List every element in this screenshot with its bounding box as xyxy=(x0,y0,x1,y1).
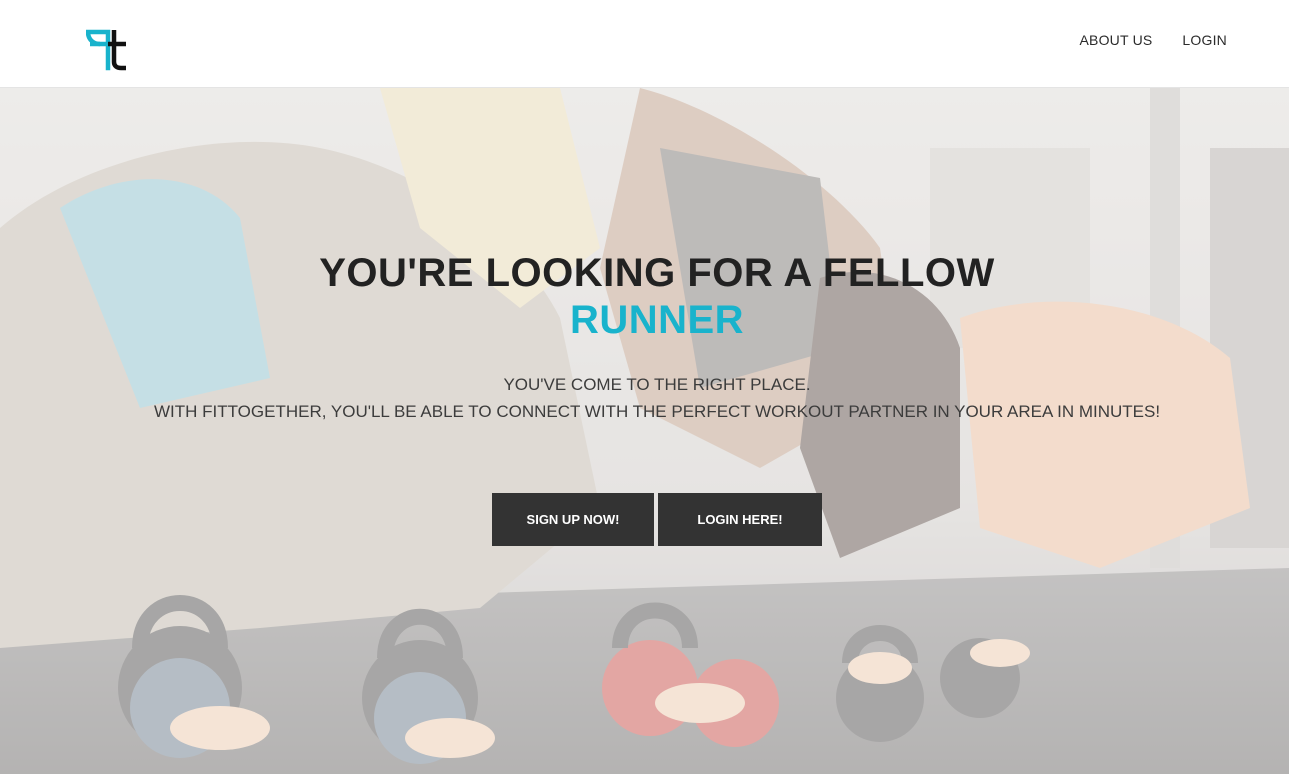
top-navbar: ABOUT US LOGIN xyxy=(0,0,1289,88)
login-here-button[interactable]: LOGIN HERE! xyxy=(658,493,822,546)
hero-cta-row: SIGN UP NOW! LOGIN HERE! xyxy=(492,493,822,546)
nav-about-us-link[interactable]: ABOUT US xyxy=(1080,32,1153,48)
nav-links: ABOUT US LOGIN xyxy=(1080,32,1228,48)
nav-login-link[interactable]: LOGIN xyxy=(1182,32,1227,48)
ft-logo-icon[interactable] xyxy=(86,28,130,72)
hero-subline-1: YOU'VE COME TO THE RIGHT PLACE. xyxy=(503,375,811,394)
hero-subline-2: WITH FITTOGETHER, YOU'LL BE ABLE TO CONN… xyxy=(153,402,1161,421)
hero-headline-accent: RUNNER xyxy=(569,298,745,342)
hero-headline: YOU'RE LOOKING FOR A FELLOW xyxy=(319,251,995,295)
sign-up-now-button[interactable]: SIGN UP NOW! xyxy=(492,493,654,546)
hero-section: YOU'RE LOOKING FOR A FELLOW RUNNER YOU'V… xyxy=(0,88,1289,774)
hero-content: YOU'RE LOOKING FOR A FELLOW RUNNER YOU'V… xyxy=(0,88,1289,774)
